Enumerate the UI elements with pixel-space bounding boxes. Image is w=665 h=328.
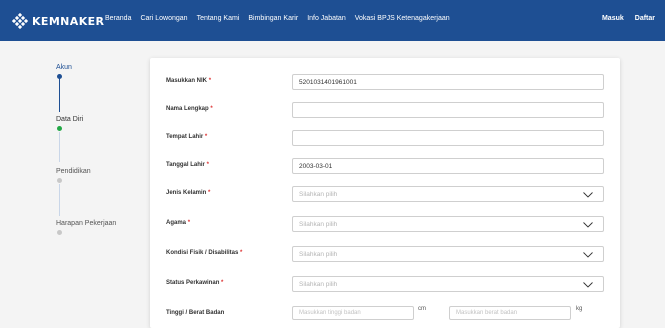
nik-input[interactable]: 5201031401961001 [292,74,604,90]
status-perkawinan-row: Status Perkawinan * Silahkan pilih [166,276,606,292]
agama-label: Agama * [166,220,191,226]
berat-unit: kg [576,306,583,312]
select-placeholder: Silahkan pilih [299,191,338,198]
nama-label: Nama Lengkap * [166,106,213,112]
chevron-down-icon [583,282,593,288]
step-dot [57,74,62,79]
auth-nav: Masuk Daftar [591,15,655,22]
status-perkawinan-select[interactable]: Silahkan pilih [292,276,604,292]
step-label: Data Diri [56,116,84,123]
select-placeholder: Silahkan pilih [299,251,338,258]
step-label: Akun [56,64,72,71]
data-diri-form: Masukkan NIK * 5201031401961001 Nama Len… [150,58,620,328]
main-nav: Beranda Cari Lowongan Tentang Kami Bimbi… [105,15,459,22]
step-dot [57,230,62,235]
register-link[interactable]: Daftar [635,15,655,22]
chevron-down-icon [583,252,593,258]
jenis-kelamin-select[interactable]: Silahkan pilih [292,186,604,202]
brand-name: KEMNAKER [32,14,105,28]
tinggi-badan-input[interactable]: Masukkan tinggi badan [292,306,414,320]
nav-link-info-jabatan[interactable]: Info Jabatan [307,15,346,22]
tanggal-lahir-label: Tanggal Lahir * [166,162,209,168]
tanggal-lahir-input[interactable]: 2003-03-01 [292,158,604,174]
stepper-line [59,78,60,112]
stepper-line [59,184,60,216]
chevron-down-icon [583,222,593,228]
step-akun[interactable]: Akun [56,64,72,79]
step-pendidikan[interactable]: Pendidikan [56,168,91,183]
nav-link-bimbingan-karir[interactable]: Bimbingan Karir [248,15,298,22]
top-navbar: KEMNAKER Beranda Cari Lowongan Tentang K… [0,0,665,41]
chevron-down-icon [583,192,593,198]
step-label: Pendidikan [56,168,91,175]
tanggal-lahir-row: Tanggal Lahir * 2003-03-01 [166,158,606,174]
kemnaker-logo-icon [12,13,28,29]
tinggi-berat-row: Tinggi / Berat Badan Masukkan tinggi bad… [166,306,606,322]
select-placeholder: Silahkan pilih [299,221,338,228]
nav-link-tentang-kami[interactable]: Tentang Kami [197,15,240,22]
kondisi-fisik-row: Kondisi Fisik / Disabilitas * Silahkan p… [166,246,606,262]
step-dot [57,178,62,183]
tempat-lahir-input[interactable] [292,130,604,146]
nama-input[interactable] [292,102,604,118]
stepper-line [59,132,60,162]
tempat-lahir-label: Tempat Lahir * [166,134,208,140]
tempat-lahir-row: Tempat Lahir * [166,130,606,146]
kondisi-fisik-select[interactable]: Silahkan pilih [292,246,604,262]
agama-row: Agama * Silahkan pilih [166,216,606,232]
nik-label: Masukkan NIK * [166,78,212,84]
step-data-diri[interactable]: Data Diri [56,116,83,131]
select-placeholder: Silahkan pilih [299,281,338,288]
status-perkawinan-label: Status Perkawinan * [166,280,224,286]
step-dot [57,126,62,131]
nama-row: Nama Lengkap * [166,102,606,118]
login-link[interactable]: Masuk [602,15,624,22]
nik-row: Masukkan NIK * 5201031401961001 [166,74,606,90]
berat-badan-input[interactable]: Masukkan berat badan [449,306,571,320]
step-label: Harapan Pekerjaan [56,220,117,227]
brand[interactable]: KEMNAKER [12,12,104,30]
tinggi-berat-label: Tinggi / Berat Badan [166,310,225,316]
agama-select[interactable]: Silahkan pilih [292,216,604,232]
jenis-kelamin-label: Jenis Kelamin * [166,190,211,196]
nav-link-cari-lowongan[interactable]: Cari Lowongan [140,15,187,22]
nav-link-vokasi-bpjs[interactable]: Vokasi BPJS Ketenagakerjaan [355,15,450,22]
kondisi-fisik-label: Kondisi Fisik / Disabilitas * [166,250,243,256]
jenis-kelamin-row: Jenis Kelamin * Silahkan pilih [166,186,606,202]
tinggi-unit: cm [418,306,426,312]
nav-link-beranda[interactable]: Beranda [105,15,131,22]
step-harapan-pekerjaan[interactable]: Harapan Pekerjaan [56,220,116,235]
